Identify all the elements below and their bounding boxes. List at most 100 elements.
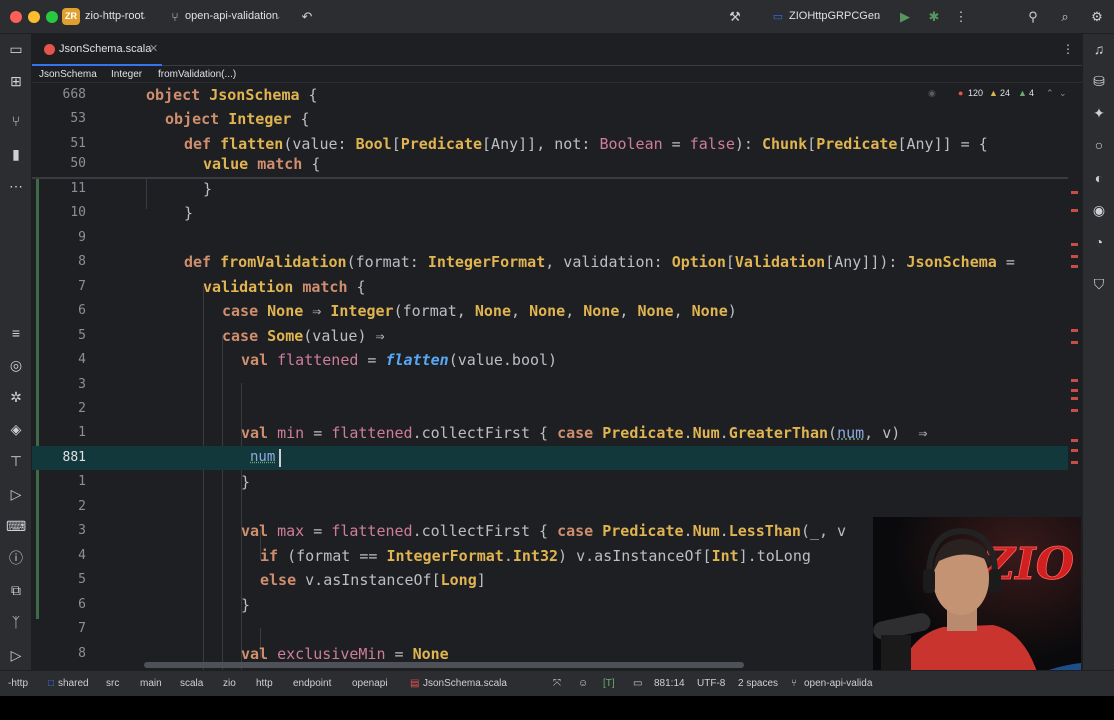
copilot-icon[interactable]: ◐: [1089, 168, 1109, 188]
code-text: val min = flattened.collectFirst { case …: [241, 424, 928, 442]
code-text: case None ⇒ Integer(format, None, None, …: [222, 302, 737, 320]
error-marker[interactable]: [1071, 379, 1078, 382]
path-segment[interactable]: main: [140, 678, 162, 689]
branch-icon: ⑂: [791, 678, 797, 689]
list-icon[interactable]: ≡: [6, 323, 26, 343]
line-number: 881: [62, 450, 86, 465]
services-icon[interactable]: ◎: [6, 355, 26, 375]
folder-icon[interactable]: ▭: [6, 39, 26, 59]
text-caret: [279, 449, 281, 467]
error-marker[interactable]: [1071, 439, 1078, 442]
chevron-down-icon[interactable]: ⌄: [140, 11, 148, 22]
webcam-overlay: ZIO: [873, 517, 1081, 695]
code-text: else v.asInstanceOf[Long]: [260, 571, 486, 589]
git-icon[interactable]: ᛉ: [6, 612, 26, 632]
path-segment[interactable]: JsonSchema.scala: [423, 678, 507, 689]
caret-position[interactable]: 881:14: [654, 678, 685, 689]
vcs-branch-selector[interactable]: open-api-validation: [185, 10, 278, 22]
breadcrumb-item[interactable]: Integer: [111, 69, 142, 80]
terminal-icon[interactable]: ⌨: [6, 516, 26, 536]
error-marker[interactable]: [1071, 409, 1078, 412]
code-text: def fromValidation(format: IntegerFormat…: [184, 253, 1015, 271]
code-line: 11 }: [32, 177, 1068, 201]
more-actions-icon[interactable]: ⋮: [952, 8, 970, 26]
error-marker[interactable]: [1071, 461, 1078, 464]
sbt-icon[interactable]: ○: [1089, 135, 1109, 155]
code-line: 9: [32, 226, 1068, 250]
close-tab-icon[interactable]: ✕: [149, 42, 158, 55]
chevron-down-icon[interactable]: ⌄: [274, 11, 282, 22]
plugins-icon[interactable]: ⧉: [6, 580, 26, 600]
layers-icon[interactable]: ◈: [6, 419, 26, 439]
path-segment[interactable]: -http: [8, 678, 28, 689]
more-icon[interactable]: ⋯: [6, 176, 26, 196]
project-badge[interactable]: ZR: [62, 8, 80, 25]
path-segment[interactable]: shared: [58, 678, 89, 689]
file-encoding[interactable]: UTF-8: [697, 678, 725, 689]
path-segment[interactable]: openapi: [352, 678, 388, 689]
line-number: 50: [70, 156, 86, 171]
error-marker[interactable]: [1071, 449, 1078, 452]
run-console-icon[interactable]: ▷: [6, 484, 26, 504]
structure-icon[interactable]: ⊞: [6, 71, 26, 91]
build-icon[interactable]: ⊤: [6, 451, 26, 471]
settings-gear-icon[interactable]: ⚙: [1088, 8, 1106, 26]
close-window-button[interactable]: [10, 11, 22, 23]
scala-file-icon: ▤: [410, 678, 420, 689]
code-line: 2: [32, 397, 1068, 421]
commit-icon[interactable]: ⑂: [6, 111, 26, 131]
editor-tab-jsonschema[interactable]: JsonSchema.scala ✕: [32, 34, 162, 66]
code-line: 10 }: [32, 201, 1068, 225]
path-segment[interactable]: http: [256, 678, 273, 689]
ai-assistant-icon[interactable]: ✦: [1089, 103, 1109, 123]
vcs-status-mark[interactable]: [T]: [603, 678, 615, 689]
zoom-window-button[interactable]: [46, 11, 58, 23]
error-marker[interactable]: [1071, 209, 1078, 212]
error-marker[interactable]: [1071, 389, 1078, 392]
memory-icon[interactable]: ▭: [633, 678, 642, 689]
search-icon[interactable]: ⌕: [1056, 8, 1074, 26]
code-text: object Integer {: [165, 110, 310, 128]
error-marker[interactable]: [1071, 255, 1078, 258]
notifications-icon[interactable]: ♫: [1089, 39, 1109, 59]
run-icon[interactable]: ▶: [896, 8, 914, 26]
error-marker[interactable]: [1071, 243, 1078, 246]
debug-icon[interactable]: ✱: [925, 8, 943, 26]
build-hammer-icon[interactable]: ⚒: [726, 8, 744, 26]
project-name[interactable]: zio-http-root: [85, 10, 144, 22]
code-line: 53 object Integer {: [32, 107, 1068, 131]
play-icon[interactable]: ▷: [6, 645, 26, 665]
path-segment[interactable]: endpoint: [293, 678, 331, 689]
path-segment[interactable]: src: [106, 678, 119, 689]
error-marker[interactable]: [1071, 341, 1078, 344]
error-marker[interactable]: [1071, 191, 1078, 194]
horizontal-scrollbar[interactable]: [144, 662, 744, 668]
code-text: }: [241, 596, 251, 614]
path-segment[interactable]: zio: [223, 678, 236, 689]
add-user-icon[interactable]: ⚲: [1024, 8, 1042, 26]
ai-status-icon[interactable]: ⤧: [553, 678, 561, 689]
problems-icon[interactable]: ⓘ: [6, 548, 26, 568]
path-segment[interactable]: scala: [180, 678, 203, 689]
breadcrumb-item[interactable]: fromValidation(...): [158, 69, 236, 80]
line-number: 11: [70, 181, 86, 196]
run-config-icon: ▭: [772, 11, 784, 23]
minimize-window-button[interactable]: [28, 11, 40, 23]
status-branch[interactable]: open-api-valida: [804, 678, 872, 689]
error-marker[interactable]: [1071, 329, 1078, 332]
tab-options-icon[interactable]: ⋮: [1062, 42, 1074, 56]
bookmarks-icon[interactable]: ▮: [6, 144, 26, 164]
error-marker[interactable]: [1071, 265, 1078, 268]
undo-icon[interactable]: ↶: [298, 8, 316, 26]
debug-bug-icon[interactable]: ✲: [6, 387, 26, 407]
breadcrumb-item[interactable]: JsonSchema: [39, 69, 97, 80]
endpoints-icon[interactable]: ◉: [1089, 200, 1109, 220]
run-configuration-selector[interactable]: ZIOHttpGRPCGen: [789, 10, 880, 22]
profiler-icon[interactable]: ◔: [1089, 232, 1109, 252]
indent-setting[interactable]: 2 spaces: [738, 678, 778, 689]
error-marker[interactable]: [1071, 397, 1078, 400]
coverage-icon[interactable]: ⛉: [1089, 274, 1109, 294]
chevron-down-icon[interactable]: ⌄: [873, 11, 881, 22]
copilot-status-icon[interactable]: ☺: [578, 678, 588, 689]
database-icon[interactable]: ⛁: [1089, 71, 1109, 91]
